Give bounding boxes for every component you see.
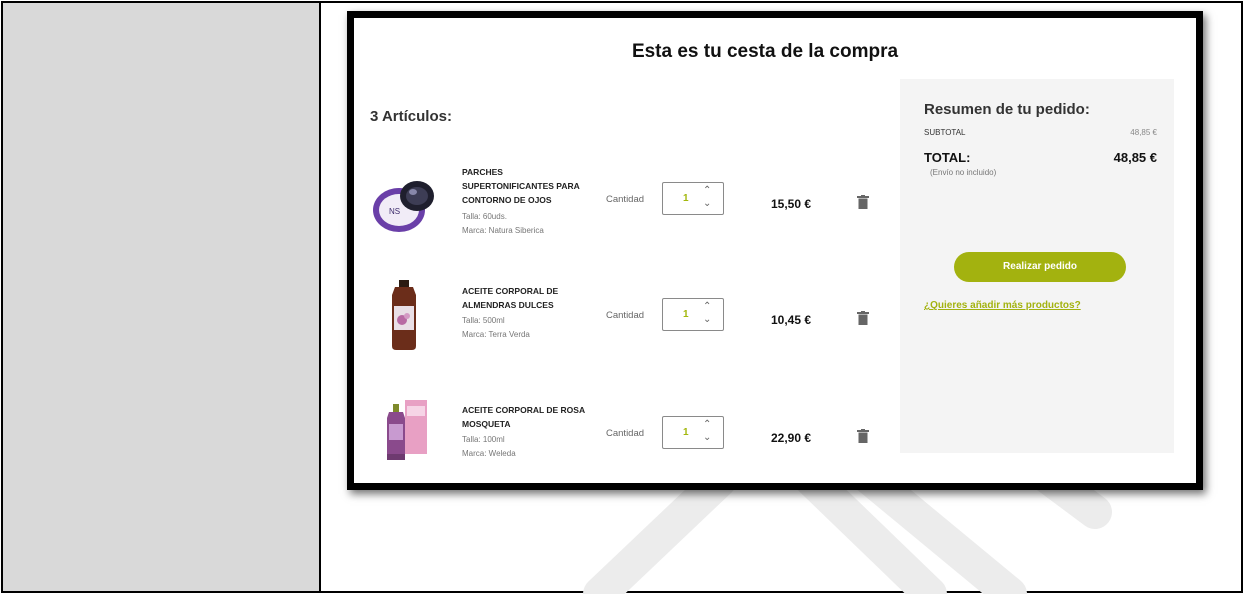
subtotal-value: 48,85 € <box>1130 128 1157 137</box>
item-name[interactable]: ACEITE CORPORAL DE ROSA MOSQUETA <box>462 403 592 431</box>
chevron-down-icon[interactable]: ⌄ <box>703 433 711 443</box>
place-order-button[interactable]: Realizar pedido <box>954 252 1126 282</box>
chevron-up-icon[interactable]: ⌃ <box>703 186 711 196</box>
screenshot-frame: Esta es tu cesta de la compra 3 Artículo… <box>347 11 1203 490</box>
chevron-down-icon[interactable]: ⌄ <box>703 315 711 325</box>
item-size: Talla: 100ml <box>462 435 505 444</box>
item-price: 22,90 € <box>771 431 812 445</box>
item-brand: Marca: Weleda <box>462 449 516 458</box>
eye-patches-jar-image: NS <box>373 181 434 232</box>
summary-title: Resumen de tu pedido: <box>924 101 1090 118</box>
oil-bottle-image <box>392 280 416 350</box>
cart-item: ACEITE CORPORAL DE ALMENDRAS DULCES Tall… <box>354 280 894 380</box>
quantity-stepper[interactable]: 1 ⌃ ⌄ <box>662 298 724 331</box>
quantity-value[interactable]: 1 <box>683 427 689 438</box>
quantity-stepper[interactable]: 1 ⌃ ⌄ <box>662 182 724 215</box>
item-price: 10,45 € <box>771 313 812 327</box>
rose-oil-box-image <box>387 400 427 460</box>
cart-item: NS PARCHES SUPERTONIFICANTES PARA CONTOR… <box>354 158 894 258</box>
quantity-value[interactable]: 1 <box>683 193 689 204</box>
trash-icon[interactable] <box>857 429 869 443</box>
subtotal-label: SUBTOTAL <box>924 128 966 137</box>
item-price: 15,50 € <box>771 197 812 211</box>
chevron-down-icon[interactable]: ⌄ <box>703 199 711 209</box>
item-size: Talla: 60uds. <box>462 212 507 221</box>
total-value: 48,85 € <box>1113 150 1157 165</box>
trash-icon[interactable] <box>857 195 869 209</box>
total-label: TOTAL: <box>924 150 971 165</box>
chevron-up-icon[interactable]: ⌃ <box>703 302 711 312</box>
quantity-stepper[interactable]: 1 ⌃ ⌄ <box>662 416 724 449</box>
quantity-label: Cantidad <box>606 194 645 205</box>
item-name[interactable]: ACEITE CORPORAL DE ALMENDRAS DULCES <box>462 284 592 312</box>
trash-icon[interactable] <box>857 311 869 325</box>
item-brand: Marca: Natura Siberica <box>462 226 544 235</box>
shipping-note: (Envío no incluido) <box>930 168 997 177</box>
item-brand: Marca: Terra Verda <box>462 330 530 339</box>
chevron-up-icon[interactable]: ⌃ <box>703 420 711 430</box>
left-column <box>3 3 321 591</box>
page-title: Esta es tu cesta de la compra <box>631 41 899 62</box>
cart-item: ACEITE CORPORAL DE ROSA MOSQUETA Talla: … <box>354 398 894 483</box>
quantity-label: Cantidad <box>606 310 645 321</box>
items-count: 3 Artículos: <box>370 108 452 125</box>
quantity-label: Cantidad <box>606 428 645 439</box>
cart-page: Esta es tu cesta de la compra 3 Artículo… <box>354 18 1196 483</box>
svg-text:NS: NS <box>389 207 400 216</box>
order-summary: Resumen de tu pedido: SUBTOTAL 48,85 € T… <box>900 79 1174 453</box>
item-name[interactable]: PARCHES SUPERTONIFICANTES PARA CONTORNO … <box>462 165 592 207</box>
add-more-products-link[interactable]: ¿Quieres añadir más productos? <box>924 300 1081 311</box>
quantity-value[interactable]: 1 <box>683 309 689 320</box>
item-size: Talla: 500ml <box>462 316 505 325</box>
